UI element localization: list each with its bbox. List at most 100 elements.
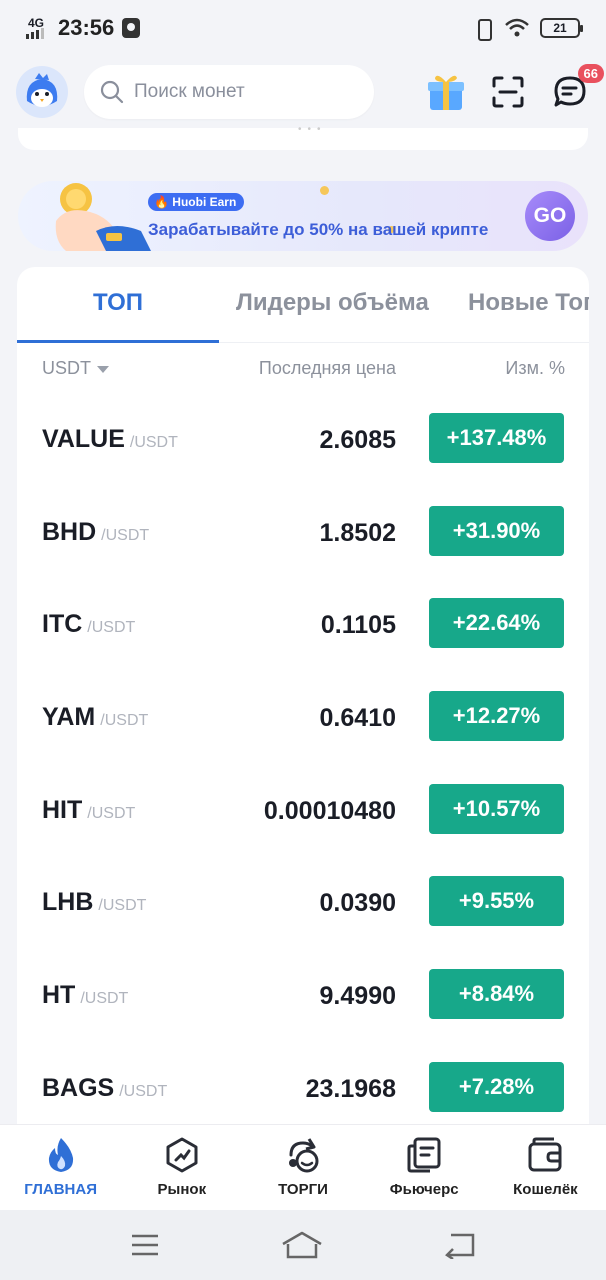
- symbol: BAGS: [42, 1073, 115, 1102]
- table-row[interactable]: HT/USDT 9.4990 +8.84%: [17, 951, 589, 1044]
- last-price: 0.6410: [319, 704, 396, 733]
- coin-hand-illustration: [55, 183, 151, 251]
- trade-icon: [289, 1138, 319, 1173]
- system-navigation-bar: [0, 1210, 606, 1280]
- quote-currency: /USDT: [87, 804, 136, 822]
- quote-currency: /USDT: [129, 434, 178, 451]
- symbol: YAM: [42, 703, 96, 732]
- table-row[interactable]: LHB/USDT 0.0390 +9.55%: [17, 858, 589, 951]
- change-badge[interactable]: +10.57%: [429, 783, 564, 834]
- gift-icon: [428, 75, 464, 110]
- vibrate-icon: [472, 17, 494, 41]
- signal-icon: 4G: [26, 17, 50, 39]
- last-price: 0.0390: [319, 889, 396, 918]
- flame-icon: [48, 1138, 73, 1172]
- promo-banner[interactable]: 🔥 Huobi Earn Зарабатывайте до 50% на ваш…: [18, 181, 588, 251]
- market-card: ТОП Лидеры объёма Новые Топ USDT Последн…: [17, 267, 589, 1127]
- nav-market[interactable]: Рынок: [121, 1125, 242, 1210]
- pair-name: HT/USDT: [42, 981, 128, 1010]
- change-column-header[interactable]: Изм. %: [505, 358, 565, 379]
- quote-filter[interactable]: USDT: [42, 358, 109, 379]
- last-price: 23.1968: [305, 1074, 396, 1103]
- tab-new-top[interactable]: Новые Топ: [468, 289, 589, 317]
- market-icon: [166, 1137, 198, 1173]
- symbol: BHD: [42, 517, 97, 546]
- futures-icon: [407, 1137, 441, 1173]
- symbol: LHB: [42, 888, 94, 917]
- quote-currency: /USDT: [100, 712, 149, 730]
- pair-name: LHB/USDT: [42, 888, 146, 917]
- battery-icon: 21: [540, 18, 583, 38]
- scan-icon: [492, 76, 524, 108]
- quote-currency: /USDT: [101, 526, 150, 544]
- assets-card-edge: •••: [18, 124, 588, 150]
- pair-name: BAGS/USDT: [42, 1074, 167, 1103]
- last-price: 0.1105: [320, 611, 396, 640]
- mascot-icon: [26, 73, 58, 107]
- nav-home[interactable]: ГЛАВНАЯ: [0, 1125, 121, 1210]
- nav-label: Кошелёк: [513, 1181, 578, 1198]
- quote-currency: /USDT: [98, 897, 147, 915]
- change-badge[interactable]: +12.27%: [429, 691, 564, 742]
- earn-tag: 🔥 Huobi Earn: [148, 193, 245, 211]
- nav-label: ТОРГИ: [278, 1181, 328, 1198]
- market-list: VALUE/USDT 2.6085 +137.48% BHD/USDT 1.85…: [17, 395, 589, 1127]
- table-row[interactable]: BHD/USDT 1.8502 +31.90%: [17, 488, 589, 581]
- banner-text: Зарабатывайте до 50% на вашей крипте: [148, 220, 489, 239]
- search-placeholder: Поиск монет: [134, 81, 245, 102]
- nav-label: Рынок: [157, 1181, 207, 1198]
- table-row[interactable]: HIT/USDT 0.00010480 +10.57%: [17, 766, 589, 859]
- change-badge[interactable]: +31.90%: [429, 505, 564, 556]
- status-bar: 4G 23:56 21: [0, 0, 606, 56]
- recent-apps-icon[interactable]: [129, 1232, 161, 1258]
- nav-label: Фьючерс: [389, 1181, 459, 1198]
- last-price: 0.00010480: [263, 796, 396, 825]
- bottom-navigation: ГЛАВНАЯ Рынок ТОРГИ Фьючерс Кошелёк: [0, 1124, 606, 1210]
- change-badge[interactable]: +137.48%: [429, 413, 564, 463]
- scan-button[interactable]: [488, 72, 528, 112]
- pair-name: BHD/USDT: [42, 518, 149, 547]
- nav-wallet[interactable]: Кошелёк: [485, 1125, 606, 1210]
- table-row[interactable]: ITC/USDT 0.1105 +22.64%: [17, 580, 589, 673]
- wallet-icon: [528, 1137, 562, 1172]
- quote-currency: /USDT: [80, 990, 129, 1008]
- change-badge[interactable]: +9.55%: [429, 876, 564, 927]
- nav-futures[interactable]: Фьючерс: [364, 1125, 485, 1210]
- last-price: 1.8502: [319, 518, 396, 547]
- tab-volume-leaders[interactable]: Лидеры объёма: [236, 289, 429, 317]
- pair-name: YAM/USDT: [42, 703, 148, 732]
- symbol: ITC: [42, 610, 83, 639]
- table-row[interactable]: YAM/USDT 0.6410 +12.27%: [17, 673, 589, 766]
- pair-name: VALUE/USDT: [42, 425, 178, 454]
- pair-name: ITC/USDT: [42, 610, 135, 639]
- table-row[interactable]: BAGS/USDT 23.1968 +7.28%: [17, 1044, 589, 1127]
- symbol: HT: [42, 981, 76, 1010]
- top-header: Поиск монет 66: [0, 60, 606, 124]
- notification-app-icon: [122, 18, 141, 38]
- nav-trade[interactable]: ТОРГИ: [242, 1125, 363, 1210]
- price-column-header[interactable]: Последняя цена: [259, 358, 396, 379]
- nav-label: ГЛАВНАЯ: [24, 1181, 97, 1198]
- market-tabs: ТОП Лидеры объёма Новые Топ: [17, 267, 589, 343]
- table-row[interactable]: VALUE/USDT 2.6085 +137.48%: [17, 395, 589, 488]
- column-headers: USDT Последняя цена Изм. %: [17, 343, 589, 395]
- back-icon[interactable]: [443, 1231, 477, 1259]
- change-badge[interactable]: +7.28%: [429, 1061, 564, 1112]
- messages-button[interactable]: 66: [550, 64, 604, 112]
- quote-currency: /USDT: [87, 619, 136, 637]
- symbol: VALUE: [42, 425, 125, 453]
- go-button[interactable]: GO: [525, 191, 575, 241]
- quote-currency: /USDT: [119, 1082, 168, 1100]
- change-badge[interactable]: +8.84%: [429, 969, 564, 1020]
- search-icon: [100, 80, 124, 104]
- change-badge[interactable]: +22.64%: [429, 598, 564, 649]
- tab-top[interactable]: ТОП: [93, 289, 143, 317]
- clock: 23:56: [58, 15, 115, 40]
- home-icon[interactable]: [280, 1230, 324, 1260]
- avatar[interactable]: [16, 66, 68, 118]
- gift-button[interactable]: [426, 72, 466, 112]
- pair-name: HIT/USDT: [42, 796, 135, 825]
- last-price: 9.4990: [319, 982, 396, 1011]
- search-input[interactable]: Поиск монет: [84, 65, 374, 119]
- wifi-icon: [505, 18, 529, 37]
